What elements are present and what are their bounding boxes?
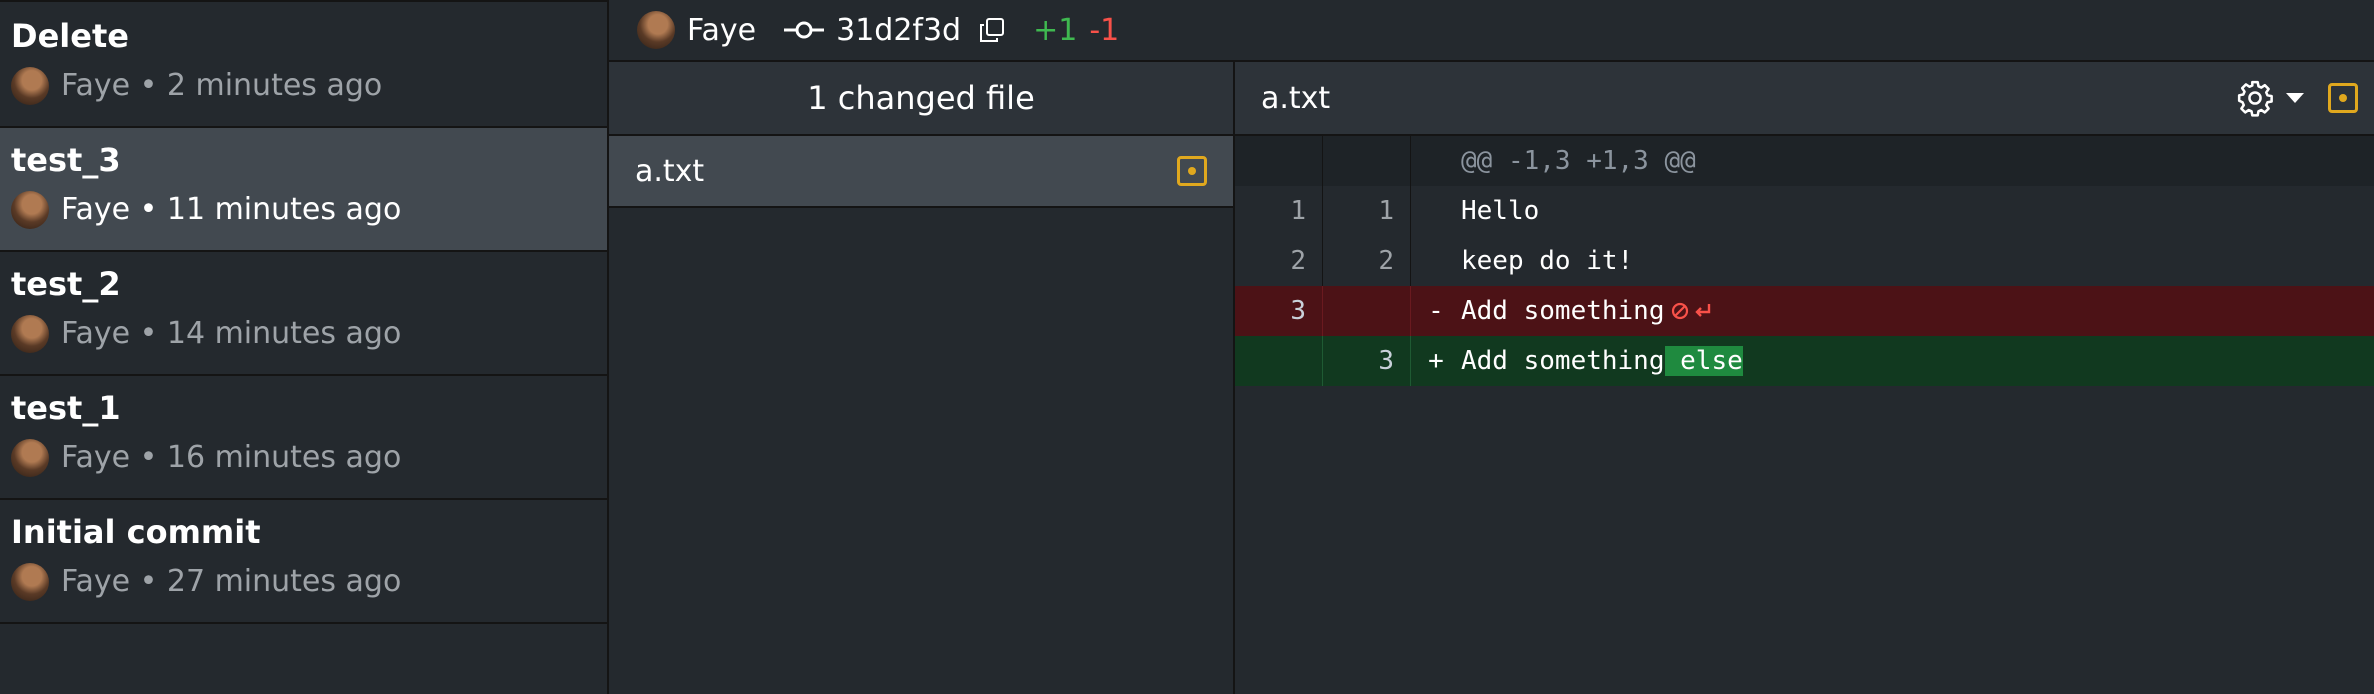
commit-meta-text: Faye • 11 minutes ago — [61, 192, 402, 227]
diff-filename: a.txt — [1261, 80, 1331, 116]
old-line-number — [1235, 336, 1323, 386]
diff-header: a.txt — [1235, 62, 2374, 136]
file-list-item[interactable]: a.txt — [609, 136, 1233, 208]
old-line-number: 1 — [1235, 186, 1323, 236]
diff-hunk-header: @@ -1,3 +1,3 @@ — [1235, 136, 2374, 186]
diff-sign: - — [1428, 296, 1444, 326]
avatar — [11, 315, 49, 353]
commit-item[interactable]: test_1 Faye • 16 minutes ago — [0, 376, 607, 500]
old-line-number — [1235, 136, 1323, 186]
commit-list: Delete Faye • 2 minutes ago test_3 Faye … — [0, 0, 609, 694]
commit-title: test_1 — [11, 389, 121, 427]
commit-item-selected[interactable]: test_3 Faye • 11 minutes ago — [0, 128, 607, 252]
commit-sha: 31d2f3d — [836, 12, 962, 48]
added-text-highlight: else — [1664, 346, 1743, 376]
commit-title: Initial commit — [11, 513, 261, 551]
copy-icon[interactable] — [979, 17, 1005, 43]
git-commit-icon — [784, 18, 825, 42]
commit-meta: Faye • 27 minutes ago — [11, 562, 607, 602]
diff-table: @@ -1,3 +1,3 @@ 1 1 Hello 2 2 keep do it… — [1235, 136, 2374, 386]
avatar — [11, 191, 49, 229]
diff-line-deleted: 3 - Add something — [1235, 286, 2374, 336]
commit-meta: Faye • 14 minutes ago — [11, 314, 607, 354]
changed-files-header: 1 changed file — [609, 62, 1233, 136]
commit-meta-text: Faye • 2 minutes ago — [61, 68, 383, 103]
diff-sign: + — [1428, 346, 1444, 376]
avatar — [11, 439, 49, 477]
new-line-number: 1 — [1323, 186, 1411, 236]
line-text: keep do it! — [1461, 246, 1634, 276]
diff-line: 1 1 Hello — [1235, 186, 2374, 236]
commit-meta: Faye • 2 minutes ago — [11, 66, 607, 106]
commit-item[interactable]: test_2 Faye • 14 minutes ago — [0, 252, 607, 376]
commit-title: test_3 — [11, 141, 121, 179]
commit-meta-text: Faye • 14 minutes ago — [61, 316, 402, 351]
deletions-count: -1 — [1089, 12, 1120, 48]
line-text: Add something — [1461, 296, 1665, 326]
file-name: a.txt — [635, 153, 705, 189]
avatar — [11, 563, 49, 601]
commit-title: Delete — [11, 17, 129, 55]
modified-icon — [2328, 83, 2358, 113]
diff-pane: a.txt @@ -1,3 +1,3 @@ 1 1 Hello 2 2 keep… — [1235, 62, 2374, 694]
new-line-number: 3 — [1323, 336, 1411, 386]
commit-summary-bar: Faye 31d2f3d +1 -1 — [609, 0, 2374, 62]
additions-count: +1 — [1033, 12, 1078, 48]
new-line-number — [1323, 286, 1411, 336]
changed-files-pane: 1 changed file a.txt — [609, 62, 1235, 694]
old-line-number: 2 — [1235, 236, 1323, 286]
avatar — [11, 67, 49, 105]
line-text: Hello — [1461, 196, 1540, 226]
new-line-number — [1323, 136, 1411, 186]
commit-author: Faye — [687, 12, 757, 48]
commit-meta-text: Faye • 27 minutes ago — [61, 564, 402, 599]
commit-meta: Faye • 16 minutes ago — [11, 438, 607, 478]
diff-tools — [2236, 62, 2358, 134]
gear-icon[interactable] — [2236, 79, 2274, 117]
new-line-number: 2 — [1323, 236, 1411, 286]
commit-item[interactable]: Delete Faye • 2 minutes ago — [0, 0, 607, 128]
commit-item[interactable]: Initial commit Faye • 27 minutes ago — [0, 500, 607, 624]
line-text: Add something — [1461, 346, 1665, 376]
commit-title: test_2 — [11, 265, 121, 303]
commit-meta: Faye • 11 minutes ago — [11, 190, 607, 230]
no-newline-icon — [1671, 300, 1715, 322]
avatar — [637, 11, 675, 49]
old-line-number: 3 — [1235, 286, 1323, 336]
modified-icon — [1177, 156, 1207, 186]
hunk-text: @@ -1,3 +1,3 @@ — [1461, 146, 1696, 176]
diff-line: 2 2 keep do it! — [1235, 236, 2374, 286]
diff-line-added: 3 + Add something else — [1235, 336, 2374, 386]
chevron-down-icon[interactable] — [2286, 93, 2304, 103]
commit-meta-text: Faye • 16 minutes ago — [61, 440, 402, 475]
